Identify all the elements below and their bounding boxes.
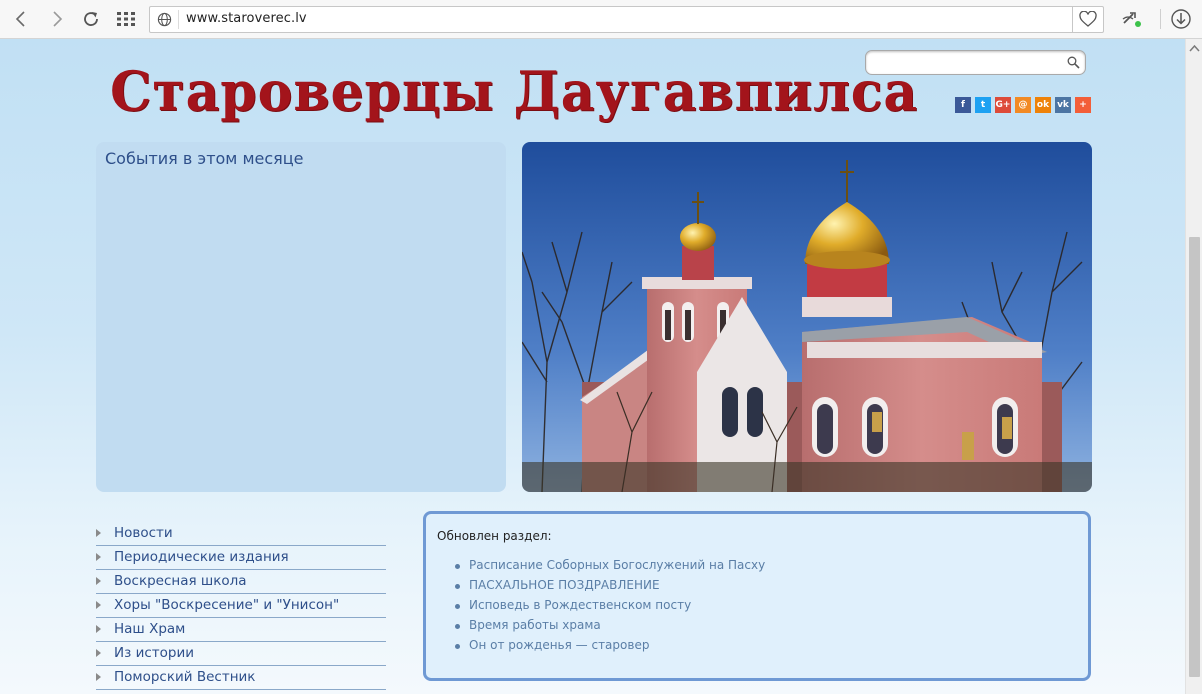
events-title: События в этом месяце <box>105 149 304 168</box>
scroll-up-icon[interactable] <box>1189 44 1200 52</box>
bookmark-separator <box>1072 7 1073 32</box>
menu-arrow-icon <box>96 577 101 585</box>
church-photo <box>522 142 1092 492</box>
vkontakte-icon[interactable]: vk <box>1055 97 1071 113</box>
menu-arrow-icon <box>96 553 101 561</box>
main-menu: Новости Периодические издания Воскресная ш… <box>96 522 386 690</box>
menu-item[interactable]: Из истории <box>96 642 386 666</box>
toolbar-divider <box>1160 9 1161 29</box>
social-share-bar: f t G+ @ ok vk + <box>955 97 1091 113</box>
menu-arrow-icon <box>96 529 101 537</box>
menu-arrow-icon <box>96 601 101 609</box>
updated-section-box: Обновлен раздел: Расписание Соборных Бог… <box>423 511 1091 681</box>
forward-icon <box>53 11 63 27</box>
menu-item[interactable]: Хоры "Воскресение" и "Унисон" <box>96 594 386 618</box>
menu-item[interactable]: Поморский Вестник <box>96 666 386 690</box>
address-separator <box>178 10 179 29</box>
updated-link[interactable]: Он от рожденья — старовер <box>452 638 765 658</box>
menu-arrow-icon <box>96 625 101 633</box>
forward-button[interactable] <box>43 5 71 33</box>
menu-item[interactable]: Периодические издания <box>96 546 386 570</box>
updated-link[interactable]: Исповедь в Рождественском посту <box>452 598 765 618</box>
menu-arrow-icon <box>96 649 101 657</box>
events-panel: События в этом месяце <box>96 142 506 492</box>
speed-dial-button[interactable] <box>112 5 140 33</box>
search-icon[interactable] <box>1067 56 1080 69</box>
back-button[interactable] <box>7 5 35 33</box>
menu-item-label[interactable]: Периодические издания <box>114 549 289 565</box>
site-title[interactable]: Староверцы Даугавпилса <box>110 59 918 123</box>
search-input[interactable] <box>872 54 1062 71</box>
menu-item-label[interactable]: Хоры "Воскресение" и "Унисон" <box>114 597 339 613</box>
menu-item-label[interactable]: Из истории <box>114 645 194 661</box>
updated-link[interactable]: Время работы храма <box>452 618 765 638</box>
moi-mir-icon[interactable]: @ <box>1015 97 1031 113</box>
browser-toolbar: www.staroverec.lv <box>0 0 1202 39</box>
menu-item-label[interactable]: Поморский Вестник <box>114 669 255 685</box>
menu-item[interactable]: Наш Храм <box>96 618 386 642</box>
back-icon <box>15 11 25 27</box>
address-bar[interactable]: www.staroverec.lv <box>149 6 1104 33</box>
google-plus-icon[interactable]: G+ <box>995 97 1011 113</box>
menu-item-label[interactable]: Новости <box>114 525 173 541</box>
downloads-button[interactable] <box>1167 5 1195 33</box>
url-text[interactable]: www.staroverec.lv <box>186 11 307 26</box>
menu-arrow-icon <box>96 673 101 681</box>
menu-item-label[interactable]: Наш Храм <box>114 621 185 637</box>
twitter-icon[interactable]: t <box>975 97 991 113</box>
menu-item[interactable]: Воскресная школа <box>96 570 386 594</box>
updated-link[interactable]: ПАСХАЛЬНОЕ ПОЗДРАВЛЕНИЕ <box>452 578 765 598</box>
grid-icon <box>117 12 135 26</box>
extension-icon <box>1122 12 1141 27</box>
reload-icon <box>84 12 98 26</box>
page-viewport: Староверцы Даугавпилса f t G+ @ ok vk + Событи… <box>0 39 1202 694</box>
odnoklassniki-icon[interactable]: ok <box>1035 97 1051 113</box>
search-box[interactable] <box>865 50 1086 75</box>
updated-title: Обновлен раздел: <box>437 529 552 543</box>
vertical-scrollbar[interactable] <box>1185 39 1202 694</box>
updated-list: Расписание Соборных Богослужений на Пасх… <box>452 558 765 658</box>
menu-item-label[interactable]: Воскресная школа <box>114 573 247 589</box>
extension-button[interactable] <box>1118 5 1146 33</box>
download-icon <box>1171 9 1191 29</box>
scrollbar-thumb[interactable] <box>1189 237 1200 677</box>
reload-button[interactable] <box>77 5 105 33</box>
heart-icon[interactable] <box>1079 11 1097 28</box>
globe-icon <box>157 12 172 27</box>
church-image <box>522 142 1092 492</box>
facebook-icon[interactable]: f <box>955 97 971 113</box>
menu-item[interactable]: Новости <box>96 522 386 546</box>
more-icon[interactable]: + <box>1075 97 1091 113</box>
updated-link[interactable]: Расписание Соборных Богослужений на Пасх… <box>452 558 765 578</box>
